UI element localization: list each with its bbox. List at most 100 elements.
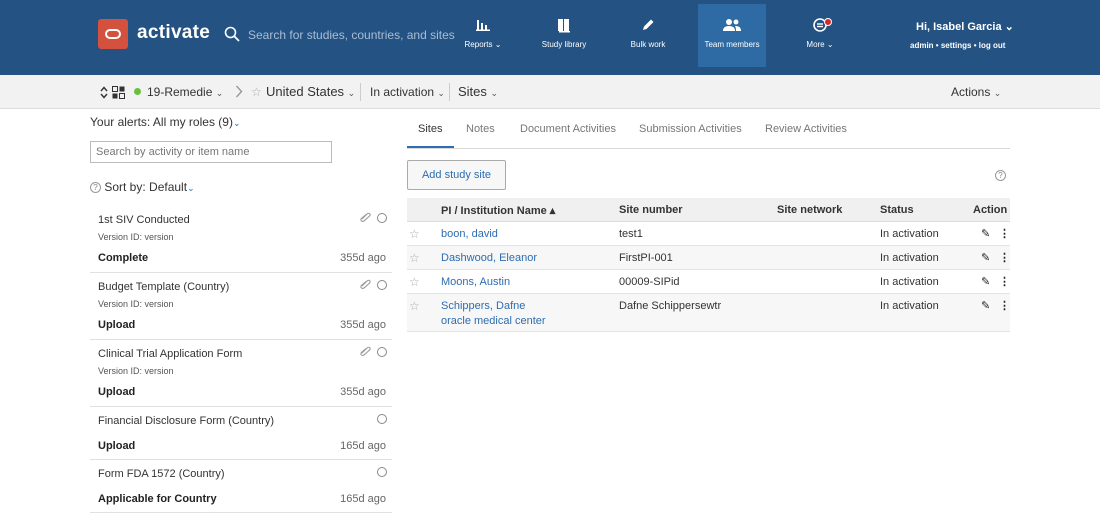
- alert-action: Upload: [98, 386, 136, 398]
- divider: [360, 83, 361, 101]
- alerts-title: Your alerts: All my roles (9): [90, 115, 233, 129]
- pi-name-link[interactable]: boon, david: [441, 228, 498, 240]
- tab-notes[interactable]: Notes: [466, 123, 495, 135]
- column-status[interactable]: Status: [880, 204, 914, 216]
- users-icon: [723, 19, 741, 31]
- paperclip-icon: [360, 346, 371, 356]
- star-icon[interactable]: ☆: [409, 299, 420, 313]
- tab-document-activities[interactable]: Document Activities: [520, 123, 616, 135]
- alert-action: Applicable for Country: [98, 493, 217, 505]
- more-options-icon[interactable]: ⋮: [999, 275, 1010, 288]
- column-site-network[interactable]: Site network: [777, 204, 842, 216]
- tab-sites[interactable]: Sites: [418, 123, 442, 135]
- institution-link[interactable]: oracle medical center: [441, 315, 546, 327]
- chevron-down-icon: ⌄: [187, 183, 195, 193]
- paperclip-icon: [360, 279, 371, 289]
- more-options-icon[interactable]: ⋮: [999, 251, 1010, 264]
- column-site-number[interactable]: Site number: [619, 204, 683, 216]
- site-status: In activation: [880, 276, 939, 288]
- pencil-icon: [643, 19, 654, 30]
- edit-icon[interactable]: ✎: [981, 299, 990, 312]
- logout-link[interactable]: log out: [979, 41, 1006, 50]
- chevron-right-icon: [235, 85, 243, 98]
- sort-selector[interactable]: ? Sort by: Default⌄: [90, 180, 195, 194]
- star-icon[interactable]: ☆: [409, 275, 420, 289]
- admin-link[interactable]: admin: [910, 41, 934, 50]
- settings-link[interactable]: settings: [941, 41, 972, 50]
- alerts-filter[interactable]: Your alerts: All my roles (9)⌄: [90, 115, 241, 129]
- nav-bulk-work-label: Bulk work: [630, 40, 666, 49]
- user-links: admin • settings • log out: [910, 41, 1006, 50]
- complete-checkbox[interactable]: [377, 347, 387, 357]
- nav-study-library-label: Study library: [541, 40, 587, 49]
- more-options-icon[interactable]: ⋮: [999, 299, 1010, 312]
- actions-menu[interactable]: Actions ⌄: [951, 85, 1001, 99]
- alert-item[interactable]: Financial Disclosure Form (Country) Uplo…: [90, 407, 392, 460]
- site-number: Dafne Schippersewtr: [619, 300, 722, 312]
- context-bar: 19-Remedie ⌄ ☆ United States ⌄ In activa…: [0, 75, 1100, 109]
- alert-title: Financial Disclosure Form (Country): [98, 415, 275, 427]
- star-icon[interactable]: ☆: [251, 85, 262, 99]
- star-icon[interactable]: ☆: [409, 227, 420, 241]
- nav-team-members[interactable]: Team members: [698, 4, 766, 67]
- alert-item[interactable]: 1st SIV Conducted Version ID: version Co…: [90, 206, 392, 273]
- help-icon[interactable]: ?: [995, 170, 1006, 181]
- alert-title: Clinical Trial Application Form: [98, 348, 243, 360]
- status-filter[interactable]: In activation ⌄: [370, 85, 445, 99]
- app-name[interactable]: activate: [137, 22, 210, 44]
- chevron-down-icon: ⌄: [826, 40, 834, 49]
- pi-name-link[interactable]: Dashwood, Eleanor: [441, 252, 537, 264]
- site-number: FirstPI-001: [619, 252, 673, 264]
- grid-icon[interactable]: [112, 86, 125, 99]
- search-icon[interactable]: [224, 26, 240, 42]
- site-status: In activation: [880, 228, 939, 240]
- tab-review-activities[interactable]: Review Activities: [765, 123, 847, 135]
- global-search-input[interactable]: Search for studies, countries, and sites: [248, 28, 455, 42]
- view-selector[interactable]: Sites ⌄: [458, 84, 498, 99]
- view-label: Sites: [458, 84, 487, 99]
- alert-item[interactable]: Clinical Trial Application Form Version …: [90, 340, 392, 407]
- country-selector[interactable]: United States ⌄: [266, 84, 355, 99]
- alert-age: 355d ago: [340, 386, 386, 398]
- site-number: test1: [619, 228, 643, 240]
- user-greeting: Hi, Isabel Garcia: [916, 21, 1002, 33]
- complete-checkbox[interactable]: [377, 280, 387, 290]
- edit-icon[interactable]: ✎: [981, 251, 990, 264]
- oracle-logo-icon[interactable]: [98, 19, 128, 49]
- site-status: In activation: [880, 300, 939, 312]
- nav-more-label: More: [806, 40, 825, 49]
- complete-checkbox[interactable]: [377, 213, 387, 223]
- alert-item[interactable]: Budget Template (Country) Version ID: ve…: [90, 273, 392, 340]
- pi-name-link[interactable]: Schippers, Dafne: [441, 300, 525, 312]
- edit-icon[interactable]: ✎: [981, 275, 990, 288]
- user-menu[interactable]: Hi, Isabel Garcia ⌄: [916, 20, 1014, 33]
- complete-checkbox[interactable]: [377, 467, 387, 477]
- column-pi-institution[interactable]: PI / Institution Name ▴: [441, 204, 555, 217]
- add-study-site-button[interactable]: Add study site: [407, 160, 506, 190]
- alert-version: Version ID: version: [98, 232, 174, 242]
- study-selector[interactable]: 19-Remedie ⌄: [147, 85, 223, 99]
- nav-reports-label: Reports: [464, 40, 493, 49]
- alert-action: Complete: [98, 252, 149, 264]
- alert-age: 165d ago: [340, 440, 386, 452]
- paperclip-icon: [360, 212, 371, 222]
- help-icon[interactable]: ?: [90, 182, 101, 193]
- star-icon[interactable]: ☆: [409, 251, 420, 265]
- complete-checkbox[interactable]: [377, 414, 387, 424]
- tab-submission-activities[interactable]: Submission Activities: [639, 123, 742, 135]
- chevron-down-icon: ⌄: [232, 118, 241, 128]
- alert-item[interactable]: Form FDA 1572 (Country) Applicable for C…: [90, 460, 392, 513]
- table-row: ☆ boon, david test1 In activation ✎ ⋮: [407, 222, 1010, 246]
- alert-search-input[interactable]: [90, 141, 332, 163]
- alert-age: 355d ago: [340, 252, 386, 264]
- edit-icon[interactable]: ✎: [981, 227, 990, 240]
- sort-arrows-icon[interactable]: [100, 86, 108, 99]
- nav-bulk-work[interactable]: Bulk work: [614, 0, 682, 75]
- study-status-dot: [134, 88, 141, 95]
- nav-reports[interactable]: Reports ⌄: [449, 0, 517, 75]
- more-options-icon[interactable]: ⋮: [999, 227, 1010, 240]
- pi-name-link[interactable]: Moons, Austin: [441, 276, 510, 288]
- nav-more[interactable]: More ⌄: [786, 0, 854, 75]
- nav-study-library[interactable]: Study library: [530, 0, 598, 75]
- book-icon: [558, 19, 570, 33]
